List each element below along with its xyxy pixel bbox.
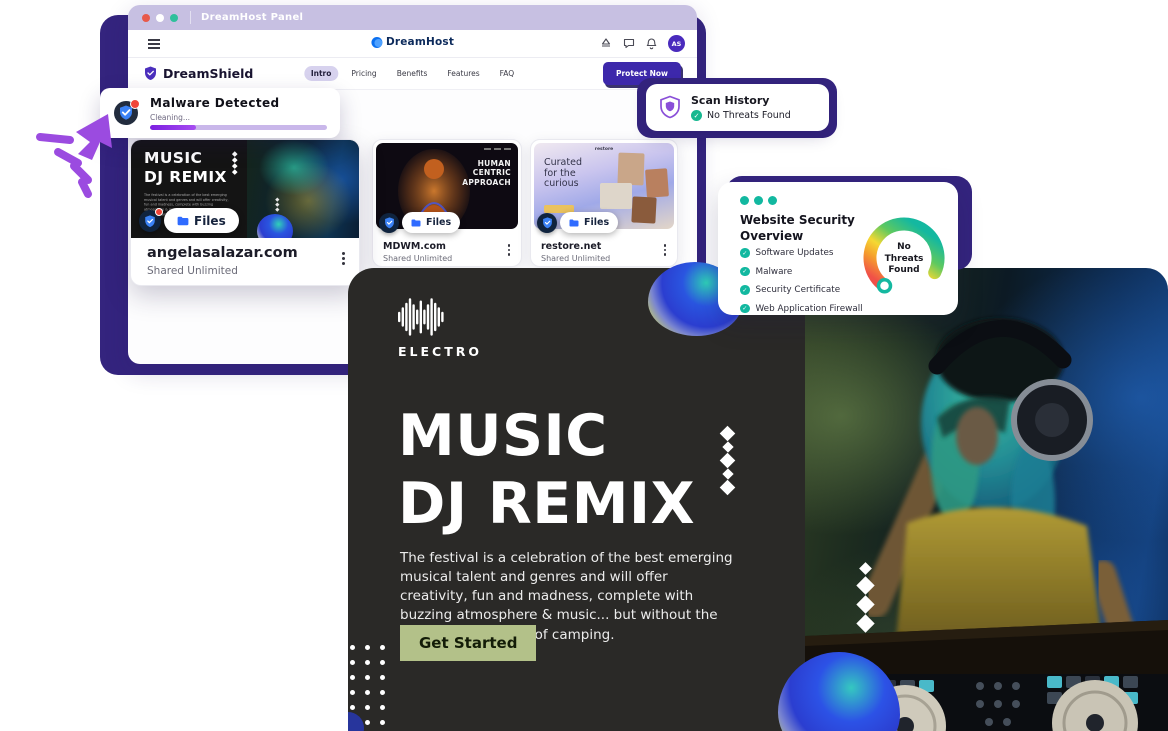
scan-history-card: Scan History ✓ No Threats Found: [646, 84, 829, 131]
chat-icon[interactable]: [623, 38, 635, 49]
security-item: ✓Security Certificate: [740, 285, 863, 295]
check-icon: ✓: [740, 248, 750, 258]
nav-faq[interactable]: FAQ: [493, 66, 522, 81]
thumb-title-djremix: DJ REMIX: [144, 170, 227, 186]
restore-more-menu[interactable]: [664, 244, 667, 256]
nav-benefits[interactable]: Benefits: [390, 66, 435, 81]
dreamhost-logo-icon: [371, 37, 382, 48]
check-icon: ✓: [691, 110, 702, 121]
threat-gauge: No Threats Found: [858, 212, 950, 304]
card-dots-decoration: [740, 196, 777, 205]
dreamhost-logo[interactable]: DreamHost: [371, 36, 454, 48]
gauge-indicator: [879, 280, 891, 292]
electro-logo-text: ELECTRO: [398, 344, 482, 359]
thumb-diamonds-2: [276, 198, 279, 211]
threat-badge: [155, 208, 163, 216]
nav-features[interactable]: Features: [440, 66, 486, 81]
hero-section: ELECTRO MUSIC DJ REMIX The festival is a…: [348, 268, 805, 731]
hero-title-line1: MUSIC: [398, 408, 608, 465]
mdwm-shield-icon: [379, 213, 399, 233]
nav-intro[interactable]: Intro: [304, 66, 339, 81]
photo-diamond-decoration: [859, 564, 872, 630]
collage-photo: [600, 183, 632, 209]
get-started-button[interactable]: Get Started: [400, 625, 536, 661]
nav-pricing[interactable]: Pricing: [344, 66, 383, 81]
site-domain[interactable]: angelasalazar.com: [147, 245, 298, 261]
upload-icon[interactable]: [600, 38, 612, 49]
folder-icon: [569, 219, 579, 227]
close-window-button[interactable]: [142, 14, 150, 22]
dreamshield-title: DreamShield: [163, 66, 253, 81]
check-icon: ✓: [740, 285, 750, 295]
bell-icon[interactable]: [646, 38, 657, 50]
collage-photo: [617, 153, 644, 186]
restore-shield-icon: [537, 213, 557, 233]
cleaning-progress-fill: [150, 125, 196, 130]
dreamshield-nav: Intro Pricing Benefits Features FAQ: [304, 66, 521, 81]
dreamshield-brand: DreamShield: [144, 66, 253, 81]
check-icon: ✓: [740, 304, 750, 314]
cleaning-progress-bar: [150, 125, 327, 130]
site-card-angelasalazar: MUSIC DJ REMIX The festival is a celebra…: [130, 139, 360, 286]
site-card-restore: restore Curated for the curious Files re…: [530, 139, 678, 267]
site-plan: Shared Unlimited: [383, 254, 452, 263]
dreamshield-header: DreamShield Intro Pricing Benefits Featu…: [128, 58, 697, 90]
site-card-mdwm: HUMAN CENTRIC APPROACH Files MDWM.com Sh…: [372, 139, 522, 267]
scan-title: Scan History: [691, 94, 791, 107]
malware-status: Cleaning...: [150, 113, 327, 122]
hero-diamond-decoration: [722, 428, 733, 493]
titlebar-divider: [190, 11, 191, 24]
window-titlebar: DreamHost Panel: [128, 5, 697, 30]
mdwm-thumb-nav: [484, 148, 511, 150]
malware-card: Malware Detected Cleaning...: [100, 88, 340, 138]
gauge-label: No Threats Found: [881, 242, 927, 277]
scan-shield-icon: [659, 95, 681, 120]
angela-more-menu[interactable]: [342, 252, 345, 265]
check-icon: ✓: [740, 267, 750, 277]
soundwave-icon: [398, 298, 446, 336]
malware-alert-badge: [130, 99, 140, 109]
mdwm-more-menu[interactable]: [508, 244, 511, 256]
angela-files-button[interactable]: Files: [164, 208, 239, 233]
page: DreamHost Panel DreamHost AS DreamSh: [0, 0, 1168, 731]
site-plan: Shared Unlimited: [147, 265, 238, 277]
restore-files-button[interactable]: Files: [560, 212, 618, 233]
security-overview-card: Website Security Overview ✓Software Upda…: [718, 182, 958, 315]
folder-icon: [411, 219, 421, 227]
security-item: ✓Web Application Firewall: [740, 304, 863, 314]
collage-photo: [645, 168, 669, 197]
maximize-window-button[interactable]: [170, 14, 178, 22]
avatar[interactable]: AS: [668, 35, 685, 52]
scan-status: No Threats Found: [707, 110, 791, 121]
security-title: Website Security Overview: [740, 213, 855, 244]
thumb-diamonds: [233, 152, 237, 174]
angela-thumbnail[interactable]: MUSIC DJ REMIX The festival is a celebra…: [131, 140, 359, 238]
electro-logo: ELECTRO: [398, 298, 482, 359]
security-checklist: ✓Software Updates ✓Malware ✓Security Cer…: [740, 248, 863, 314]
restore-thumb-headline: Curated for the curious: [544, 158, 590, 190]
mdwm-files-button[interactable]: Files: [402, 212, 460, 233]
malware-title: Malware Detected: [150, 96, 327, 110]
menu-icon[interactable]: [148, 39, 160, 51]
mdwm-thumb-headline: HUMAN CENTRIC APPROACH: [462, 159, 511, 187]
window-title: DreamHost Panel: [201, 12, 303, 23]
hero-title-line2: DJ REMIX: [398, 476, 695, 533]
site-domain[interactable]: MDWM.com: [383, 241, 446, 252]
security-item: ✓Malware: [740, 267, 863, 277]
folder-icon: [177, 216, 189, 226]
site-domain[interactable]: restore.net: [541, 241, 601, 252]
angela-shield-icon: [139, 210, 161, 232]
security-item: ✓Software Updates: [740, 248, 863, 258]
browser-toolbar: DreamHost AS: [128, 30, 697, 58]
minimize-window-button[interactable]: [156, 14, 164, 22]
cursor-click-icon: [30, 108, 122, 203]
dreamshield-shield-icon: [144, 66, 157, 81]
thumb-title-music: MUSIC: [144, 151, 202, 167]
site-plan: Shared Unlimited: [541, 254, 610, 263]
collage-photo: [631, 196, 656, 223]
